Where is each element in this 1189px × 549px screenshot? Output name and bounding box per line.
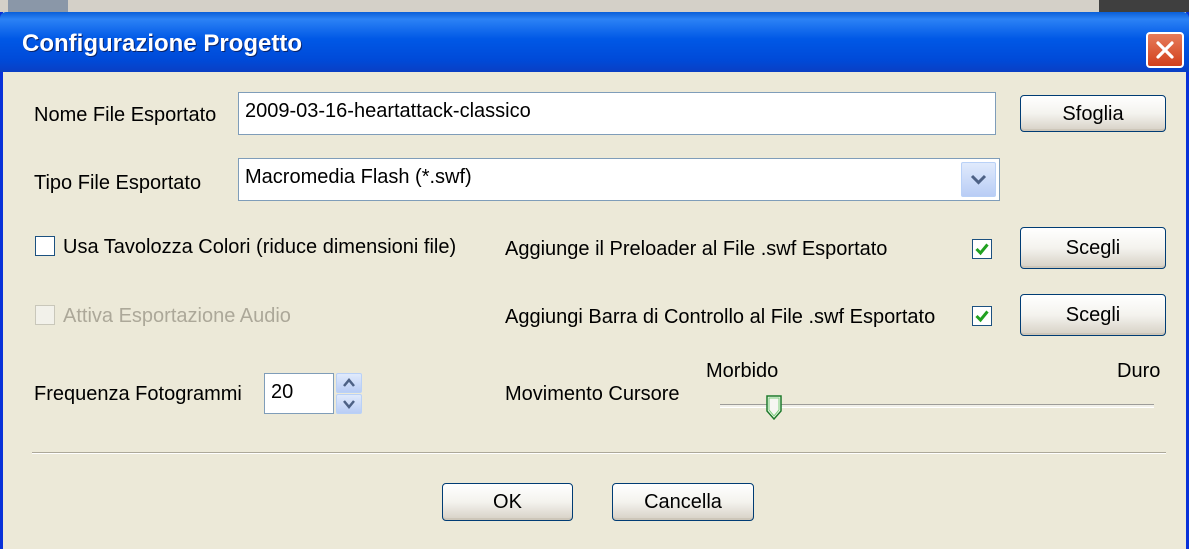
spin-up-icon	[343, 378, 355, 387]
nome-file-label: Nome File Esportato	[34, 104, 217, 126]
dropdown-button[interactable]	[961, 162, 996, 197]
close-icon	[1156, 41, 1174, 59]
ok-button[interactable]: OK	[442, 483, 573, 521]
title-bar[interactable]: Configurazione Progetto	[0, 12, 1189, 72]
barra-scegli-button[interactable]: Scegli	[1020, 294, 1166, 336]
audio-checkbox[interactable]	[35, 305, 55, 325]
frequenza-label: Frequenza Fotogrammi	[34, 383, 242, 405]
preloader-label: Aggiunge il Preloader al File .swf Espor…	[505, 238, 888, 260]
check-icon	[975, 310, 989, 323]
tipo-file-value: Macromedia Flash (*.swf)	[245, 166, 472, 188]
preloader-scegli-label: Scegli	[1065, 237, 1121, 259]
dialog-title: Configurazione Progetto	[22, 30, 302, 57]
spin-up-button[interactable]	[336, 373, 362, 393]
chevron-down-icon	[970, 174, 987, 185]
sfoglia-label: Sfoglia	[1062, 103, 1124, 125]
background-dark-area	[1099, 0, 1189, 12]
slider-max-label: Duro	[1117, 360, 1161, 382]
tavolozza-label: Usa Tavolozza Colori (riduce dimensioni …	[63, 236, 457, 258]
ok-label: OK	[493, 491, 522, 513]
barra-checkbox[interactable]	[972, 306, 992, 326]
preloader-scegli-button[interactable]: Scegli	[1020, 227, 1166, 269]
nome-file-value: 2009-03-16-heartattack-classico	[245, 100, 531, 122]
close-button[interactable]	[1146, 32, 1184, 68]
background-strip	[0, 0, 1189, 12]
separator	[32, 452, 1166, 454]
preloader-checkbox[interactable]	[972, 239, 992, 259]
cursore-label: Movimento Cursore	[505, 383, 680, 405]
nome-file-input[interactable]: 2009-03-16-heartattack-classico	[238, 92, 996, 135]
slider-thumb[interactable]	[766, 395, 782, 421]
slider-track[interactable]	[720, 404, 1154, 408]
background-thumbnail	[8, 0, 68, 12]
audio-label: Attiva Esportazione Audio	[63, 305, 291, 327]
spin-down-button[interactable]	[336, 394, 362, 414]
frequenza-input[interactable]: 20	[264, 373, 334, 414]
tipo-file-label: Tipo File Esportato	[34, 172, 202, 194]
barra-scegli-label: Scegli	[1065, 304, 1121, 326]
slider-min-label: Morbido	[706, 360, 779, 382]
frequenza-value: 20	[271, 381, 294, 403]
tipo-file-select[interactable]: Macromedia Flash (*.swf)	[238, 158, 1000, 201]
sfoglia-button[interactable]: Sfoglia	[1020, 95, 1166, 132]
cancel-label: Cancella	[644, 491, 722, 513]
spin-down-icon	[343, 400, 355, 409]
barra-label: Aggiungi Barra di Controllo al File .swf…	[505, 306, 936, 328]
tavolozza-checkbox[interactable]	[35, 236, 55, 256]
cancel-button[interactable]: Cancella	[612, 483, 754, 521]
check-icon	[975, 243, 989, 256]
